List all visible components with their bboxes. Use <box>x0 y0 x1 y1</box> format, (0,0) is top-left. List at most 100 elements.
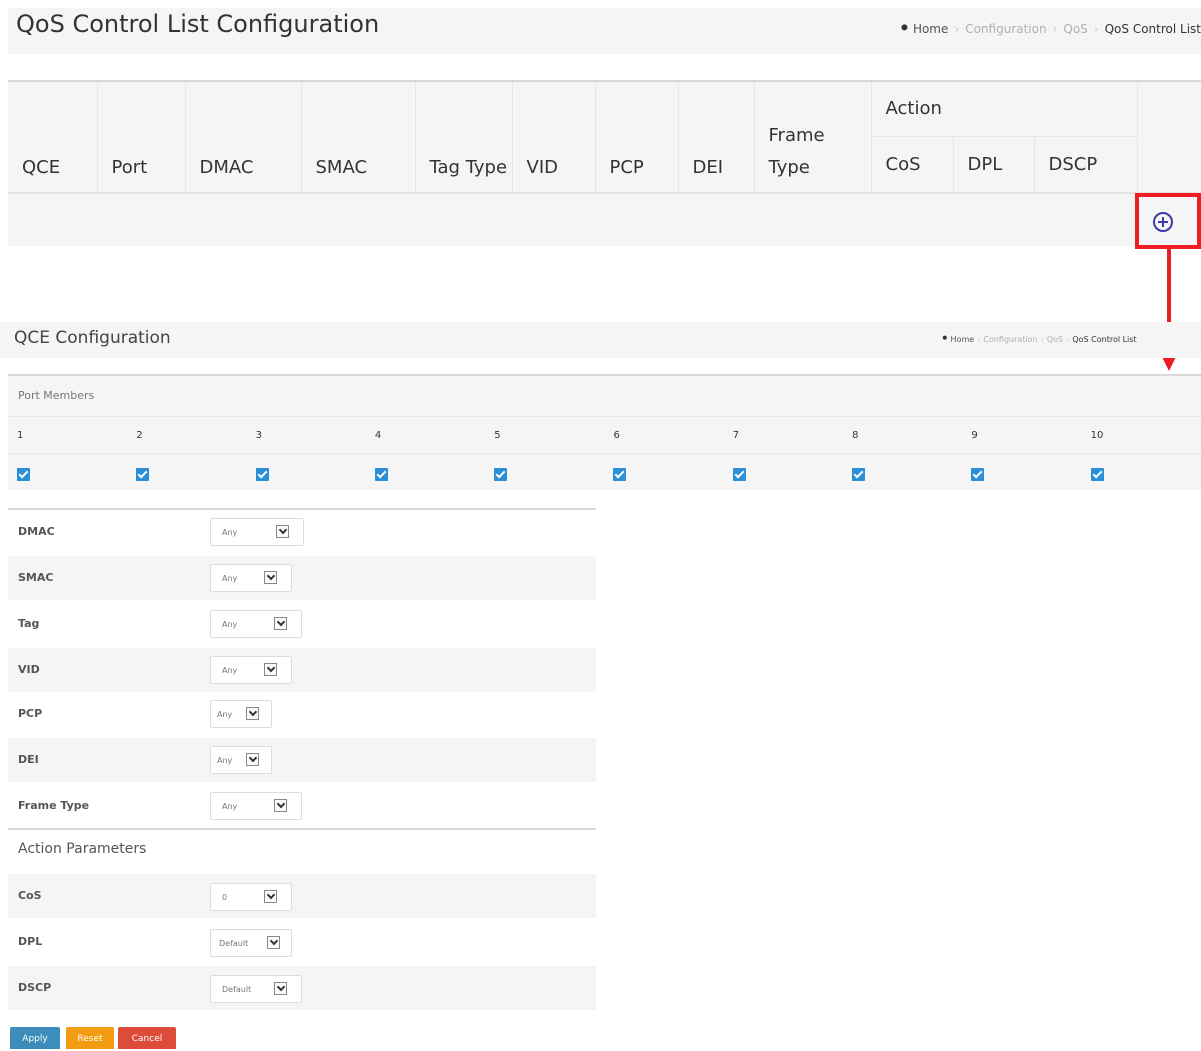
pcp-select[interactable]: Any <box>210 700 272 728</box>
form-row-vid: VID Any <box>8 648 596 692</box>
select-arrow-icon <box>274 982 287 995</box>
port-10-checkbox[interactable] <box>1090 467 1104 481</box>
dpl-label: DPL <box>18 935 43 948</box>
port-cell <box>843 454 962 493</box>
frame-type-label: Frame Type <box>18 799 90 812</box>
tag-select[interactable]: Any <box>210 610 302 638</box>
home-icon[interactable]: ⚫ <box>899 21 910 36</box>
port-1-checkbox[interactable] <box>17 467 30 481</box>
dpl-value: Default <box>219 939 249 948</box>
form-row-dscp: DSCP Default <box>8 966 596 1010</box>
port-number: 10 <box>1081 416 1201 454</box>
breadcrumb-qos[interactable]: QoS <box>1063 22 1087 36</box>
breadcrumb-current: QoS Control List <box>1104 21 1201 36</box>
port-members-label: Port Members <box>18 389 95 402</box>
qcl-table: QCE Port DMAC SMAC Tag Type VID PCP DEI … <box>8 82 1201 248</box>
port-7-checkbox[interactable] <box>732 467 746 481</box>
port-4-checkbox[interactable] <box>374 467 388 481</box>
col-header-cos: CoS <box>871 136 954 193</box>
select-arrow-icon <box>274 617 287 630</box>
breadcrumb-configuration[interactable]: Configuration <box>983 335 1037 344</box>
breadcrumb-home[interactable]: Home <box>913 22 948 36</box>
port-number: 3 <box>246 416 366 454</box>
port-8-checkbox[interactable] <box>852 467 866 481</box>
cancel-button[interactable]: Cancel <box>118 1027 176 1049</box>
form-row-pcp: PCP Any <box>8 692 596 736</box>
select-arrow-icon <box>267 936 280 949</box>
port-number: 4 <box>365 416 486 454</box>
port-2-checkbox[interactable] <box>136 467 150 481</box>
col-header-controls <box>1137 82 1201 193</box>
select-arrow-icon <box>276 525 289 538</box>
port-cell <box>485 454 604 493</box>
col-header-tag-type: Tag Type <box>415 82 513 193</box>
breadcrumb-separator: › <box>1093 21 1099 36</box>
breadcrumb-separator: › <box>1066 334 1070 344</box>
vid-select[interactable]: Any <box>210 656 292 684</box>
port-cell <box>127 454 246 493</box>
tag-value: Any <box>222 620 238 629</box>
breadcrumb-separator: › <box>954 21 960 36</box>
port-cell <box>724 454 843 493</box>
port-6-checkbox[interactable] <box>613 467 627 481</box>
breadcrumb-separator: › <box>1052 21 1058 36</box>
dei-select[interactable]: Any <box>210 746 272 774</box>
port-number: 1 <box>8 416 128 454</box>
breadcrumb-current: QoS Control List <box>1072 334 1137 344</box>
frame-type-select[interactable]: Any <box>210 792 302 820</box>
port-cell <box>1082 454 1201 493</box>
key-parameters-form: DMAC Any SMAC Any Tag Any VID Any PCP An… <box>8 508 596 826</box>
smac-value: Any <box>222 574 238 583</box>
form-row-frame-type: Frame Type Any <box>8 784 596 828</box>
dmac-select[interactable]: Any <box>210 518 304 546</box>
port-cell <box>247 454 366 493</box>
empty-table-row <box>8 192 1201 248</box>
form-row-dmac: DMAC Any <box>8 510 596 554</box>
dscp-label: DSCP <box>18 981 52 994</box>
select-arrow-icon <box>246 753 259 766</box>
breadcrumb-separator: › <box>1040 334 1044 344</box>
select-arrow-icon <box>246 707 259 720</box>
pcp-label: PCP <box>18 707 43 720</box>
qce-page-title: QCE Configuration <box>14 328 171 348</box>
port-cell <box>962 454 1081 493</box>
port-number: 7 <box>723 416 844 454</box>
dscp-value: Default <box>222 985 252 994</box>
select-arrow-icon <box>274 799 287 812</box>
vid-label: VID <box>18 663 40 676</box>
select-arrow-icon <box>264 571 277 584</box>
dscp-select[interactable]: Default <box>210 975 302 1003</box>
add-circle-icon[interactable] <box>1153 212 1173 232</box>
col-header-dmac: DMAC <box>185 82 302 193</box>
home-icon[interactable]: ⚫ <box>941 334 949 344</box>
port-3-checkbox[interactable] <box>255 467 269 481</box>
breadcrumb: ⚫ Home › Configuration › QoS › QoS Contr… <box>899 21 1201 36</box>
page-title: QoS Control List Configuration <box>16 10 380 38</box>
smac-label: SMAC <box>18 571 54 584</box>
dpl-select[interactable]: Default <box>210 929 292 957</box>
cos-select[interactable]: 0 <box>210 883 292 911</box>
breadcrumb-home[interactable]: Home <box>951 335 975 344</box>
annotation-arrow-head <box>1162 357 1176 371</box>
col-header-dpl: DPL <box>953 136 1035 193</box>
form-row-dpl: DPL Default <box>8 920 596 964</box>
breadcrumb-configuration[interactable]: Configuration <box>965 22 1046 36</box>
col-header-frame-type: Frame Type <box>754 82 872 193</box>
reset-button[interactable]: Reset <box>66 1027 114 1049</box>
port-number: 2 <box>127 416 247 454</box>
form-row-dei: DEI Any <box>8 738 596 782</box>
col-group-action: Action <box>871 82 1138 137</box>
select-arrow-icon <box>264 890 277 903</box>
col-header-dei: DEI <box>678 82 755 193</box>
port-5-checkbox[interactable] <box>494 467 508 481</box>
col-header-port: Port <box>97 82 186 193</box>
vid-value: Any <box>222 666 238 675</box>
form-row-smac: SMAC Any <box>8 556 596 600</box>
smac-select[interactable]: Any <box>210 564 292 592</box>
port-9-checkbox[interactable] <box>971 467 985 481</box>
port-cell <box>8 454 127 493</box>
col-header-vid: VID <box>512 82 596 193</box>
col-header-pcp: PCP <box>595 82 679 193</box>
breadcrumb-qos[interactable]: QoS <box>1047 335 1063 344</box>
apply-button[interactable]: Apply <box>10 1027 60 1049</box>
